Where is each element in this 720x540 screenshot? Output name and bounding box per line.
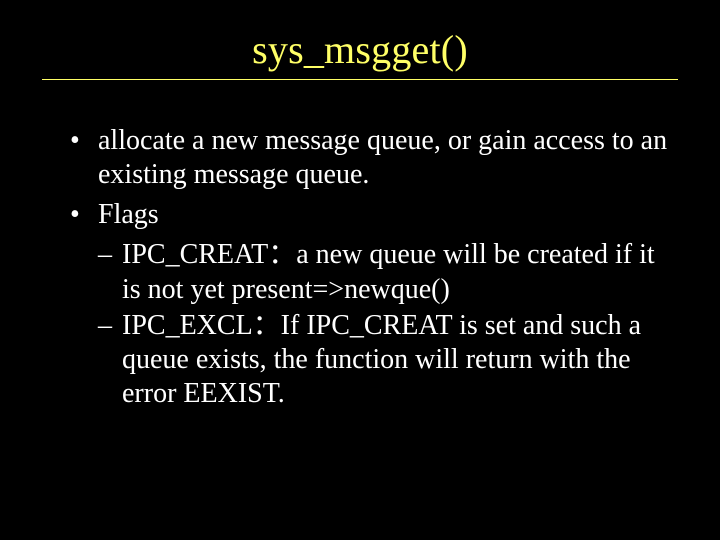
- bullet-text: allocate a new message queue, or gain ac…: [98, 125, 667, 190]
- bullet-dot-icon: •: [70, 124, 80, 158]
- sub-bullet-text: IPC_EXCL：If IPC_CREAT is set and such a …: [122, 310, 641, 409]
- bullet-text: Flags: [98, 199, 159, 230]
- sub-bullet-item: – IPC_EXCL：If IPC_CREAT is set and such …: [70, 309, 668, 411]
- sub-bullet-text: IPC_CREAT：a new queue will be created if…: [122, 239, 655, 304]
- slide-body: • allocate a new message queue, or gain …: [0, 80, 720, 411]
- bullet-item: • Flags: [70, 198, 668, 232]
- slide: sys_msgget() • allocate a new message qu…: [0, 0, 720, 540]
- bullet-dot-icon: •: [70, 198, 80, 232]
- sub-bullet-item: – IPC_CREAT：a new queue will be created …: [70, 238, 668, 306]
- bullet-dash-icon: –: [98, 238, 112, 272]
- bullet-dash-icon: –: [98, 309, 112, 343]
- slide-title: sys_msgget(): [0, 0, 720, 79]
- bullet-item: • allocate a new message queue, or gain …: [70, 124, 668, 192]
